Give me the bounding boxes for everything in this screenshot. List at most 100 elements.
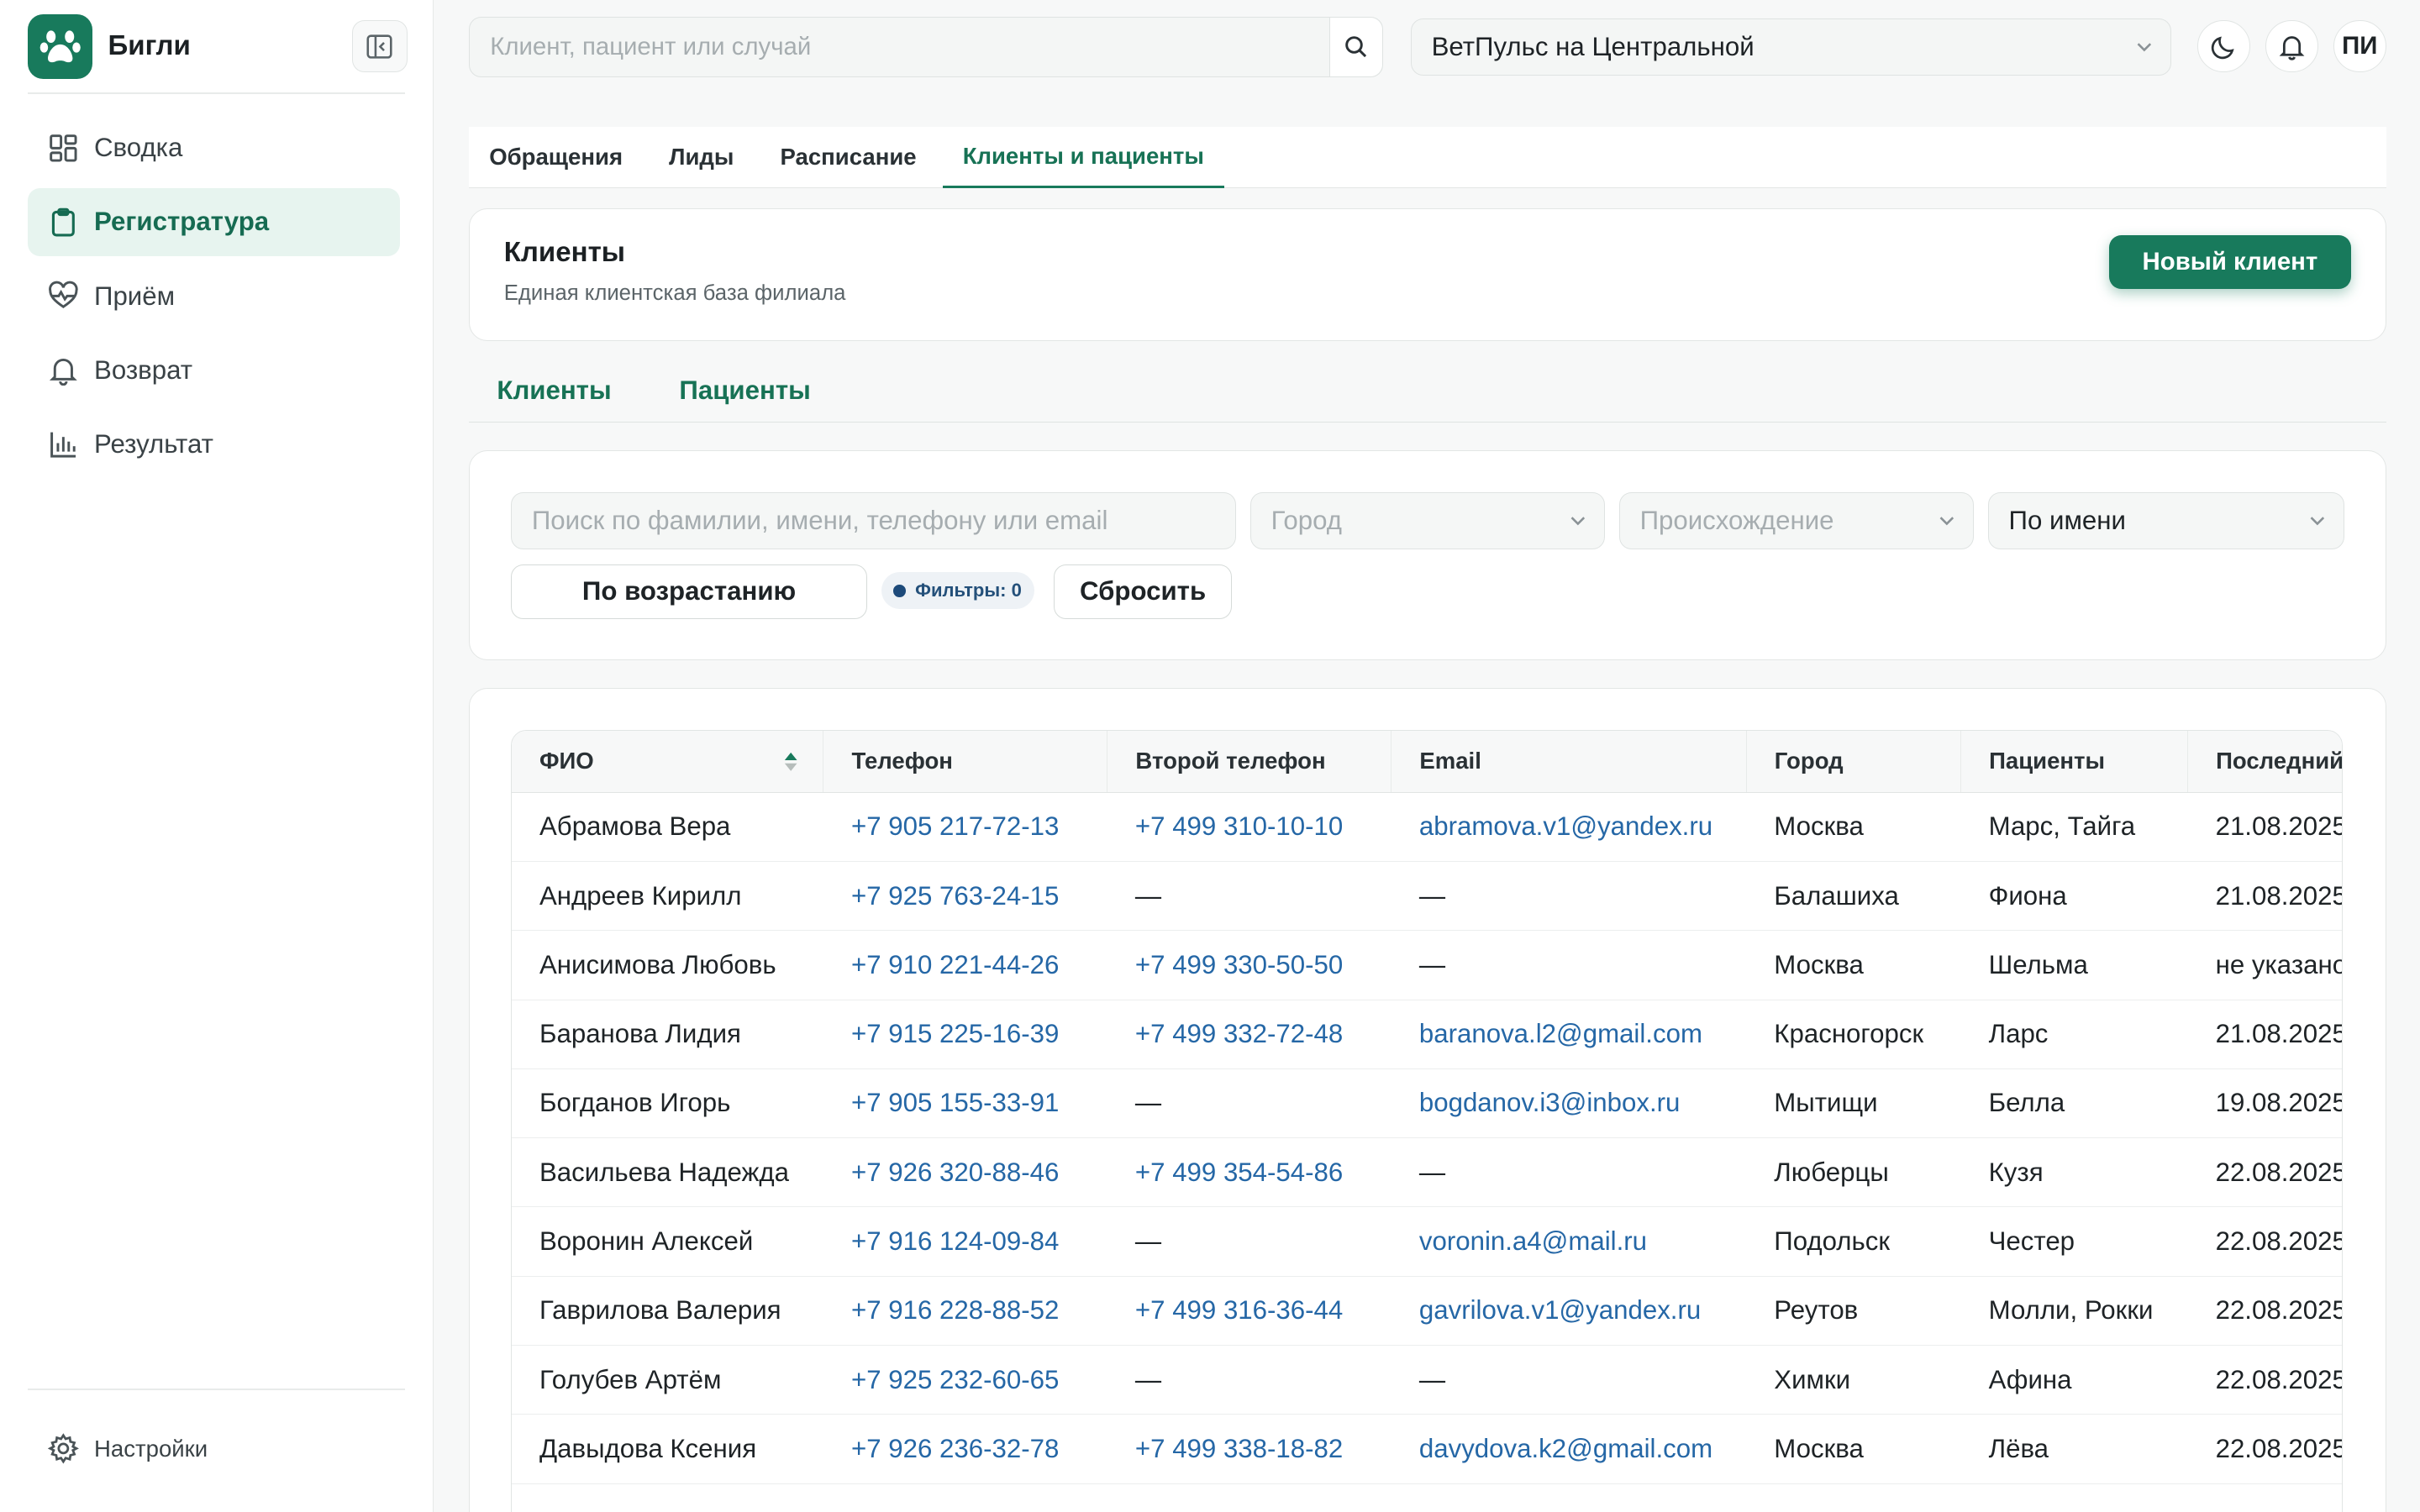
column-header-phone[interactable]: Телефон [823, 730, 1107, 793]
cell-email: — [1391, 930, 1747, 1000]
column-header-phone2[interactable]: Второй телефон [1107, 730, 1392, 793]
cell-phone2[interactable]: +7 499 354-54-86 [1107, 1137, 1392, 1208]
cell-patients: Лёва [1960, 1414, 2188, 1484]
cell-email[interactable]: davydova.k2@gmail.com [1391, 1414, 1747, 1484]
cell-phone[interactable]: +7 926 320-88-46 [823, 1137, 1107, 1208]
cell-phone2[interactable]: +7 499 338-18-82 [1107, 1414, 1392, 1484]
global-search-input[interactable] [470, 18, 1330, 76]
dashboard-icon [46, 131, 80, 165]
table-row[interactable]: Давыдова Ксения +7 926 236-32-78 +7 499 33… [511, 1414, 2343, 1484]
cell-phone[interactable]: +7 910 221-44-26 [823, 930, 1107, 1000]
cell-phone2[interactable]: +7 499 332-72-48 [1107, 1000, 1392, 1069]
table-row[interactable]: Гаврилова Валерия +7 916 228-88-52 +7 499 … [511, 1276, 2343, 1346]
table-row[interactable]: Абрамова Вера +7 905 217-72-13 +7 499 310-… [511, 792, 2343, 862]
column-header-city[interactable]: Город [1745, 730, 1961, 793]
cell-phone2[interactable]: +7 499 316-36-44 [1107, 1276, 1392, 1346]
user-avatar[interactable]: ПИ [2333, 19, 2386, 73]
brand[interactable]: Бигли [28, 13, 191, 79]
cell-city: Люберцы [1746, 1137, 1961, 1208]
cell-phone[interactable]: +7 925 232-60-65 [823, 1345, 1107, 1415]
cell-phone[interactable]: +7 916 124-09-84 [823, 1206, 1107, 1277]
cell-phone[interactable]: +7 926 236-32-78 [823, 1414, 1107, 1484]
sidebar-item-registry[interactable]: Регистратура [28, 188, 400, 256]
cell-last-visit: 21.08.2025 [2187, 792, 2343, 862]
filters-count-badge[interactable]: Фильтры: 0 [881, 572, 1034, 610]
subtab-patients[interactable]: Пациенты [651, 360, 838, 421]
bell-icon [2279, 35, 2305, 60]
cell-patients: Марс, Тайга [1960, 792, 2188, 862]
cell-email[interactable]: baranova.l2@gmail.com [1391, 1000, 1747, 1069]
cell-city: Реутов [1746, 1276, 1961, 1346]
cell-email[interactable]: abramova.v1@yandex.ru [1391, 792, 1747, 862]
sort-order-button[interactable]: По возрастанию [510, 564, 868, 619]
panel-left-icon [366, 34, 392, 59]
cell-phone2[interactable]: +7 499 310-10-10 [1107, 792, 1392, 862]
table-row[interactable]: Баранова Лидия +7 915 225-16-39 +7 499 332… [511, 1000, 2343, 1069]
notifications-button[interactable] [2265, 19, 2318, 73]
cell-phone[interactable]: +7 925 763-24-15 [823, 861, 1107, 932]
tab-schedule[interactable]: Расписание [760, 127, 937, 188]
cell-name: Голубев Артём [511, 1345, 823, 1415]
table-row[interactable]: Богданов Игорь +7 905 155-33-91— bogdanov.… [511, 1068, 2343, 1139]
cell-name: Баранова Лидия [511, 1000, 823, 1069]
table-row[interactable]: Анисимова Любовь +7 910 221-44-26 +7 499 3… [511, 930, 2343, 1000]
table-row[interactable]: Воронин Алексей +7 916 124-09-84— voronin.… [511, 1206, 2343, 1277]
client-search-input[interactable]: Поиск по фамилии, имени, телефону или em… [510, 491, 1237, 549]
tab-clients-patients[interactable]: Клиенты и пациенты [942, 127, 1224, 189]
column-header-email[interactable]: Email [1391, 730, 1747, 793]
tab-requests[interactable]: Обращения [469, 127, 643, 188]
new-client-button[interactable]: Новый клиент [2108, 235, 2352, 290]
cell-name: Васильева Надежда [511, 1137, 823, 1208]
table-header-row: ФИО Телефон Второй телефон Email Город П… [511, 730, 2343, 793]
origin-select[interactable]: Происхождение [1618, 491, 1975, 549]
settings-label: Настройки [94, 1435, 208, 1462]
subtab-clients[interactable]: Клиенты [469, 360, 639, 421]
clients-table-body: Абрамова Вера +7 905 217-72-13 +7 499 310-… [511, 792, 2343, 1484]
tab-leads[interactable]: Лиды [649, 127, 754, 188]
cell-last-visit: 22.08.2025 [2187, 1206, 2343, 1277]
cell-email[interactable]: bogdanov.i3@inbox.ru [1391, 1068, 1747, 1139]
clipboard-icon [46, 205, 80, 239]
table-row[interactable]: Голубев Артём +7 925 232-60-65— — Химки Афин… [511, 1345, 2343, 1415]
sidebar-item-label: Возврат [94, 354, 193, 385]
column-header-last[interactable]: Последний [2187, 730, 2343, 793]
chevron-down-icon [2310, 517, 2324, 526]
cell-phone[interactable]: +7 905 155-33-91 [823, 1068, 1107, 1139]
column-header-name[interactable]: ФИО [511, 730, 823, 793]
sort-field-select[interactable]: По имени [1987, 491, 2344, 549]
app-name: Бигли [108, 30, 191, 62]
cell-patients: Ларс [1960, 1000, 2188, 1069]
branch-select[interactable]: ВетПульс на Центральной [1410, 18, 2172, 76]
cell-phone[interactable]: +7 915 225-16-39 [823, 1000, 1107, 1069]
city-select[interactable]: Город [1249, 491, 1606, 549]
global-search-button[interactable] [1329, 18, 1382, 76]
cell-patients: Белла [1960, 1068, 2188, 1139]
cell-last-visit: 22.08.2025 [2187, 1345, 2343, 1415]
sidebar-item-summary[interactable]: Сводка [28, 114, 400, 182]
clients-header-card: Клиенты Единая клиентская база филиала Н… [469, 207, 2386, 341]
settings-link[interactable]: Настройки [46, 1431, 208, 1465]
column-header-patients[interactable]: Пациенты [1960, 730, 2188, 793]
cell-phone[interactable]: +7 905 217-72-13 [823, 792, 1107, 862]
cell-patients: Молли, Рокки [1960, 1276, 2188, 1346]
cell-last-visit: 22.08.2025 [2187, 1137, 2343, 1208]
cell-patients: Фиона [1960, 861, 2188, 932]
status-dot-icon [893, 585, 907, 597]
table-row[interactable]: Андреев Кирилл +7 925 763-24-15— — Балашиха… [511, 861, 2343, 932]
filters-card [469, 450, 2386, 661]
cell-city: Балашиха [1746, 861, 1961, 932]
cell-name: Анисимова Любовь [511, 930, 823, 1000]
theme-toggle-button[interactable] [2197, 19, 2250, 73]
cell-email[interactable]: gavrilova.v1@yandex.ru [1391, 1276, 1747, 1346]
sidebar-collapse-button[interactable] [351, 19, 408, 73]
reset-filters-button[interactable]: Сбросить [1054, 564, 1232, 619]
cell-phone2[interactable]: +7 499 330-50-50 [1107, 930, 1392, 1000]
chevron-down-icon [1570, 517, 1586, 526]
app-root: Бигли Сводка Регистратура Приём Возврат … [0, 0, 2420, 1512]
sidebar-item-results[interactable]: Результат [28, 411, 400, 479]
sidebar-item-return[interactable]: Возврат [28, 336, 400, 404]
sidebar-item-reception[interactable]: Приём [28, 262, 400, 330]
cell-email[interactable]: voronin.a4@mail.ru [1391, 1206, 1747, 1277]
table-row[interactable]: Васильева Надежда +7 926 320-88-46 +7 499 … [511, 1137, 2343, 1208]
cell-phone[interactable]: +7 916 228-88-52 [823, 1276, 1107, 1346]
